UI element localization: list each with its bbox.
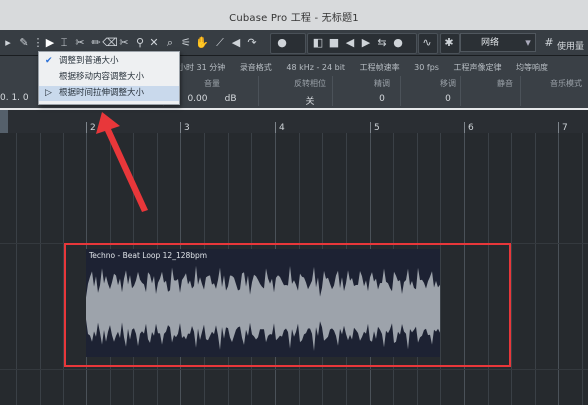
resize-mode-menu: ✔ 调整到普通大小 根据移动内容调整大小 ▷ 根据时间拉伸调整大小 [38,51,180,105]
cursor-icon: ▷ [45,88,52,98]
menu-item-sizing-time-stretch[interactable]: ▷ 根据时间拉伸调整大小 [39,86,179,101]
menu-item-sizing-moves-contents[interactable]: 根据移动内容调整大小 [39,70,179,85]
menu-item-normal-sizing[interactable]: ✔ 调整到普通大小 [39,54,179,69]
checkmark-icon: ✔ [45,56,53,66]
